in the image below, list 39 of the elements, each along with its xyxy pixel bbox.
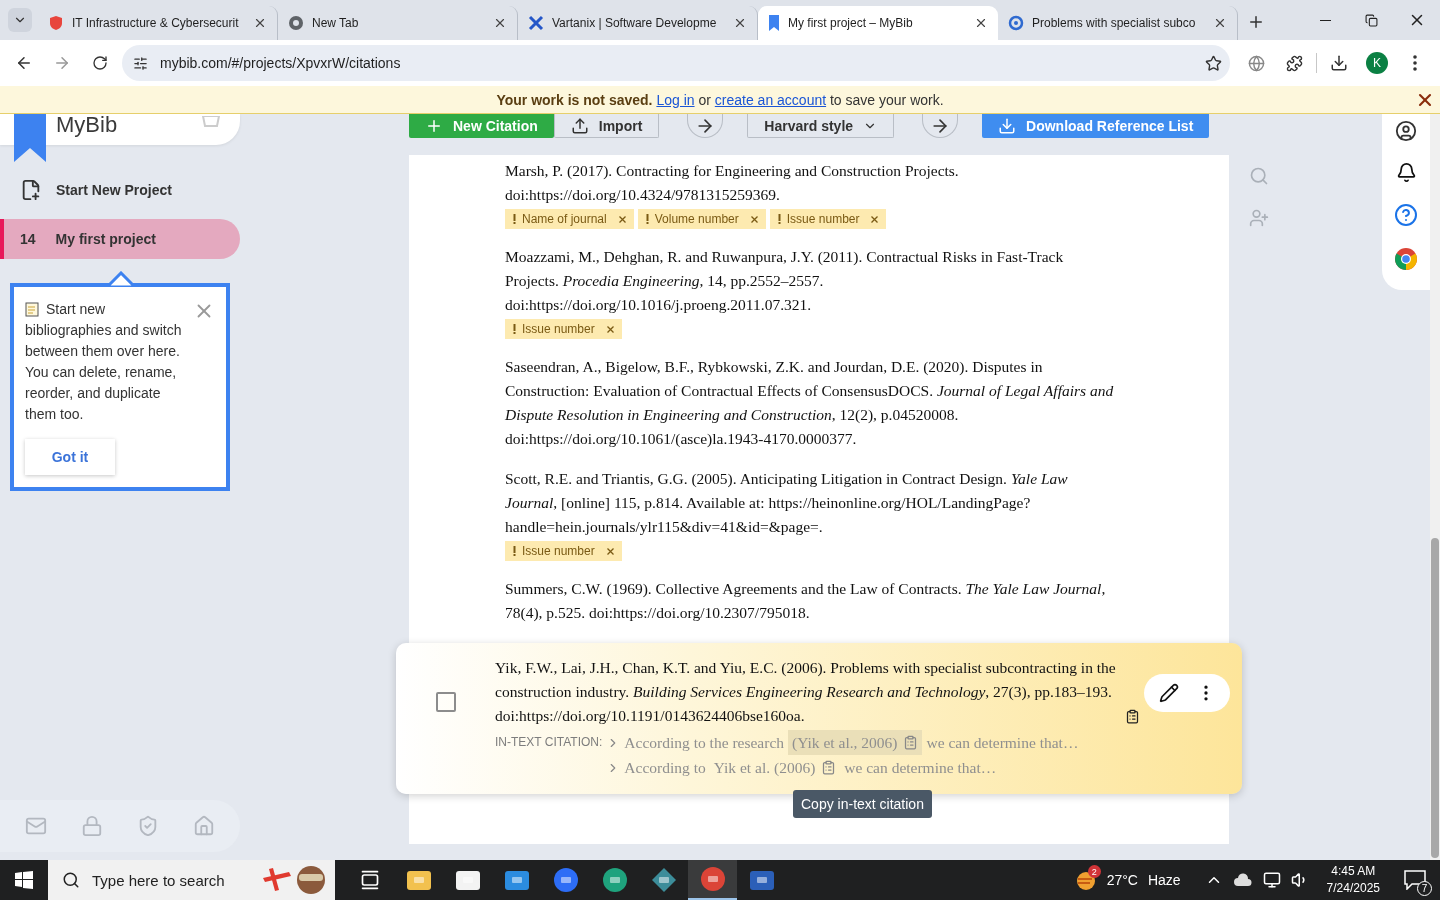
- warning-tag[interactable]: Name of journal: [505, 209, 634, 229]
- import-button[interactable]: Import: [553, 114, 660, 138]
- logo-text: MyBib: [56, 114, 118, 139]
- in-text-sentence: we can determine that…: [844, 758, 997, 778]
- login-link[interactable]: Log in: [656, 91, 695, 108]
- warning-tag[interactable]: Issue number: [505, 541, 622, 561]
- tooltip: Copy in-text citation: [793, 790, 932, 818]
- browser-tab[interactable]: My first project – MyBib: [758, 6, 998, 40]
- taskbar-search-bar[interactable]: Type here to search: [48, 860, 335, 900]
- profile-button[interactable]: K: [1361, 47, 1393, 79]
- temperature-text: 27°C: [1106, 872, 1138, 888]
- in-text-label: IN-TEXT CITATION:: [495, 734, 603, 751]
- notification-badge: 7: [1417, 881, 1432, 896]
- new-project-button[interactable]: Start New Project: [16, 175, 216, 205]
- clock[interactable]: 4:45 AM 7/24/2025: [1318, 863, 1388, 897]
- in-text-citation[interactable]: Yik et al. (2006): [709, 755, 841, 780]
- onboarding-text: Start new bibliographies and switch between them over here. You can delete, rename, reorder, and duplicate them too.: [25, 300, 183, 424]
- in-text-sentence: According to: [624, 758, 706, 778]
- address-bar[interactable]: mybib.com/#/projects/XpvxrW/citations: [122, 45, 1230, 81]
- style-button[interactable]: Harvard style: [747, 114, 895, 138]
- weather-badge: 2: [1087, 865, 1101, 878]
- citation-text: Summers, C.W. (1969). Collective Agreements and the Law of Contracts. The Yale Law Journal, 78(4), p.525. doi:https://doi.org/10.2307/795018.: [505, 579, 1107, 623]
- in-text-sentence: According to the research: [624, 733, 784, 753]
- citation-text: Marsh, P. (2017). Contracting for Engineering and Construction Projects. doi:https://doi.org/10.4324/9781315259369.: [505, 161, 960, 205]
- citation-text: Moazzami, M., Dehghan, R. and Ruwanpura, J.Y. (2011). Contractual Risks in Fast-Track Projects. Procedia Engineering, 14, pp.2552–2557. doi:https://doi.org/10.1016/j.proeng.2011.07.321.: [505, 247, 1065, 315]
- notice-text: Your work is not saved. Log in or create an account to save your work.: [496, 91, 944, 108]
- warning-tag[interactable]: Issue number: [505, 319, 622, 339]
- warning-tag[interactable]: Volume number: [637, 209, 766, 229]
- download-button[interactable]: Download Reference List: [982, 114, 1210, 138]
- project-item[interactable]: 14 My first project: [0, 219, 240, 259]
- citation-text: Yik, F.W., Lai, J.H., Chan, K.T. and Yiu, E.C. (2006). Problems with specialist subcontracting in the construction industry. Building Services Engineering Research and Technology, 27(3), pp.183–193. doi:https://doi.org/10.1191/0143624406bse160oa.: [495, 658, 1117, 726]
- weather-text: Haze: [1147, 872, 1181, 888]
- got-it-button[interactable]: Got it: [25, 439, 115, 475]
- citation-text: Saseendran, A., Bigelow, B.F., Rybkowski, Z.K. and Jourdan, D.E. (2020). Disputes in Construction: Evaluation of Contractual Effects of ConsensusDOCS. Journal of Legal Affairs and Dispute Resolution in Engineering and Construction, 12(2), p.04520008. doi:https://doi.org/10.1061/(asce)la.1943-4170.0000377.: [505, 357, 1115, 449]
- signup-link[interactable]: create an account: [714, 91, 827, 108]
- search-field[interactable]: Type here to search: [90, 870, 251, 890]
- warning-tag[interactable]: Issue number: [769, 209, 887, 229]
- in-text-sentence: we can determine that…: [926, 733, 1079, 753]
- citation-text: Scott, R.E. and Triantis, G.G. (2005). Anticipating Litigation in Contract Design. Yale Law Journal, [online] 115, p.814. Available at: https://heinonline.org/HOL/LandingPage? handle=hein.journals/ylr115&div=41&id=&page=.: [505, 469, 1069, 537]
